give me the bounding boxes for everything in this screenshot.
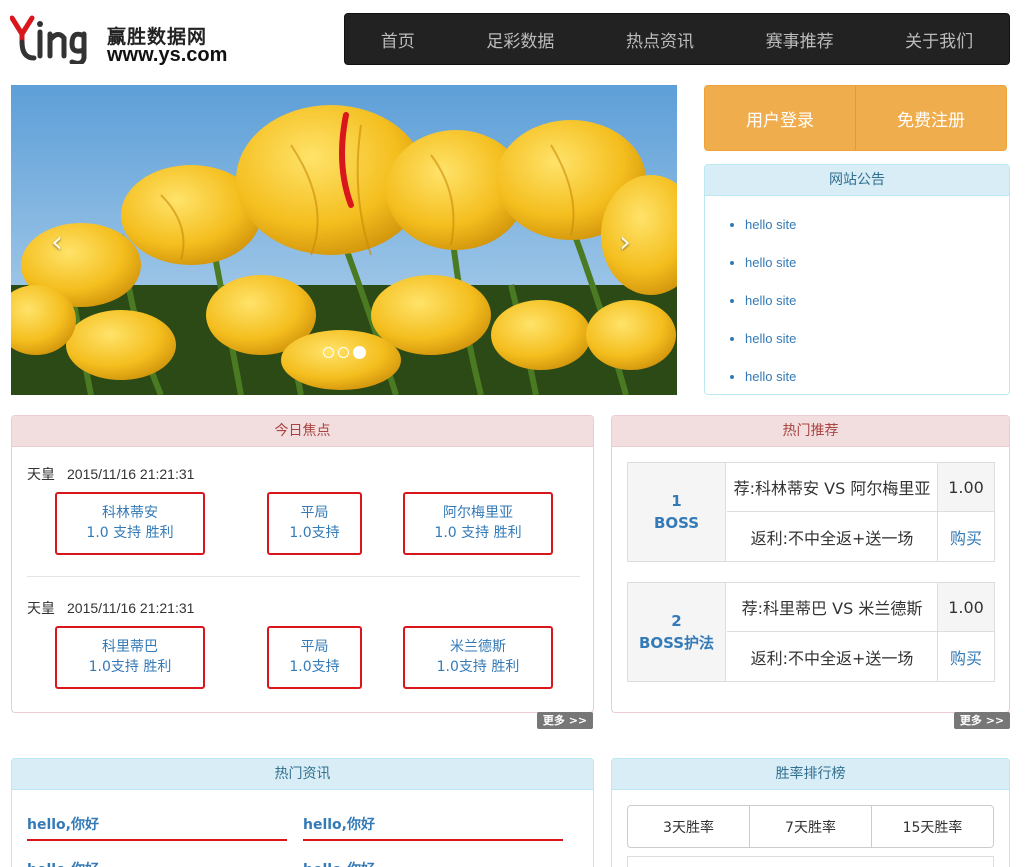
team-name: 米兰德斯 [450,639,506,655]
rank-tabs: 3天胜率 7天胜率 15天胜率 [627,805,994,848]
win-rate-panel: 胜率排行榜 3天胜率 7天胜率 15天胜率 [611,758,1010,867]
odds-text: 1.0支持 [289,525,340,541]
register-button[interactable]: 免费注册 [855,86,1006,150]
away-odds-button[interactable]: 米兰德斯 1.0支持 胜利 [403,626,553,689]
focus-title: 今日焦点 [12,416,593,447]
main-nav: 首页 足彩数据 热点资讯 赛事推荐 关于我们 [344,13,1010,65]
news-item[interactable]: hello,你好 [27,859,99,867]
rank-label: BOSS [653,514,700,532]
draw-odds-button[interactable]: 平局 1.0支持 [267,626,362,689]
buy-button[interactable]: 购买 [937,632,994,681]
carousel-dot-active[interactable] [353,346,366,359]
rank-number: 2 [671,612,682,630]
news-item[interactable]: hello,你好 [303,859,375,867]
recommend-card: 1 BOSS 荐:科林蒂安 VS 阿尔梅里亚 1.00 返利:不中全返+送一场 … [627,462,995,562]
carousel-dot[interactable] [323,347,334,358]
carousel-dot[interactable] [338,347,349,358]
notice-title: 网站公告 [705,165,1009,196]
rank-label: BOSS护法 [638,634,715,652]
odds-text: 1.0支持 胜利 [88,659,172,675]
odds-text: 1.0 支持 胜利 [86,525,174,541]
buy-button[interactable]: 购买 [937,512,994,561]
recommend-odds: 1.00 [937,583,994,632]
tab-7-day[interactable]: 7天胜率 [749,806,871,847]
notice-item[interactable]: hello site [745,244,1009,282]
team-name: 阿尔梅里亚 [443,505,513,521]
news-underline [27,839,287,841]
hot-more-button[interactable]: 更多 >> [954,712,1010,729]
notice-item[interactable]: hello site [745,206,1009,244]
match-divider [27,576,580,577]
login-button[interactable]: 用户登录 [705,86,855,150]
match-time: 2015/11/16 21:21:31 [67,600,195,616]
odds-text: 1.0 支持 胜利 [434,525,522,541]
recommend-offer: 返利:不中全返+送一场 [750,648,914,668]
match-league: 天皇 [27,601,55,617]
carousel-prev-icon[interactable]: ‹ [51,225,63,260]
rank-number: 1 [671,492,682,510]
draw-label: 平局 [300,505,329,521]
recommend-card: 2 BOSS护法 荐:科里蒂巴 VS 米兰德斯 1.00 返利:不中全返+送一场… [627,582,995,682]
tab-3-day[interactable]: 3天胜率 [628,806,749,847]
team-name: 科林蒂安 [102,505,158,521]
notice-item[interactable]: hello site [745,358,1009,394]
match-time: 2015/11/16 21:21:31 [67,466,195,482]
nav-home[interactable]: 首页 [381,27,415,52]
odds-text: 1.0支持 [289,659,340,675]
site-url: www.ys.com [107,44,228,66]
match-meta: 天皇 2015/11/16 21:21:31 [27,598,194,618]
tab-15-day[interactable]: 15天胜率 [871,806,993,847]
odds-text: 1.0支持 胜利 [436,659,520,675]
recommend-rank: 1 BOSS [628,463,726,561]
nav-hot-news[interactable]: 热点资讯 [626,27,694,52]
logo-mark-icon [10,15,87,64]
recommend-match: 荐:科里蒂巴 VS 米兰德斯 [727,583,937,632]
focus-more-button[interactable]: 更多 >> [537,712,593,729]
recommend-offer: 返利:不中全返+送一场 [750,528,914,548]
news-title: 热门资讯 [12,759,593,790]
nav-match-recommend[interactable]: 赛事推荐 [766,27,834,52]
hot-news-panel: 热门资讯 hello,你好 hello,你好 hello,你好 hello,你好 [11,758,594,867]
notice-list: hello site hello site hello site hello s… [705,196,1009,394]
notice-item[interactable]: hello site [745,282,1009,320]
carousel-next-icon[interactable]: › [619,225,631,260]
nav-lottery-data[interactable]: 足彩数据 [486,27,554,52]
home-odds-button[interactable]: 科林蒂安 1.0 支持 胜利 [55,492,205,555]
today-focus-panel: 今日焦点 天皇 2015/11/16 21:21:31 科林蒂安 1.0 支持 胜… [11,415,594,713]
hot-title: 热门推荐 [612,416,1009,447]
nav-about[interactable]: 关于我们 [905,27,973,52]
news-item[interactable]: hello,你好 [27,814,99,834]
draw-odds-button[interactable]: 平局 1.0支持 [267,492,362,555]
rank-title: 胜率排行榜 [612,759,1009,790]
match-league: 天皇 [27,467,55,483]
away-odds-button[interactable]: 阿尔梅里亚 1.0 支持 胜利 [403,492,553,555]
draw-label: 平局 [300,639,329,655]
news-underline [303,839,563,841]
notice-item[interactable]: hello site [745,320,1009,358]
site-logo[interactable]: 赢胜数据网 www.ys.com [10,12,250,66]
team-name: 科里蒂巴 [102,639,158,655]
rank-table [627,856,994,867]
carousel-indicators [323,346,366,359]
recommend-odds: 1.00 [937,463,994,512]
auth-group: 用户登录 免费注册 [704,85,1007,151]
home-odds-button[interactable]: 科里蒂巴 1.0支持 胜利 [55,626,205,689]
recommend-rank: 2 BOSS护法 [628,583,726,681]
notice-panel: 网站公告 hello site hello site hello site he… [704,164,1010,395]
recommend-match: 荐:科林蒂安 VS 阿尔梅里亚 [727,463,937,512]
hot-recommend-panel: 热门推荐 1 BOSS 荐:科林蒂安 VS 阿尔梅里亚 1.00 返利:不中全返… [611,415,1010,713]
match-meta: 天皇 2015/11/16 21:21:31 [27,464,194,484]
image-carousel[interactable]: ‹ › [11,85,677,395]
news-item[interactable]: hello,你好 [303,814,375,834]
